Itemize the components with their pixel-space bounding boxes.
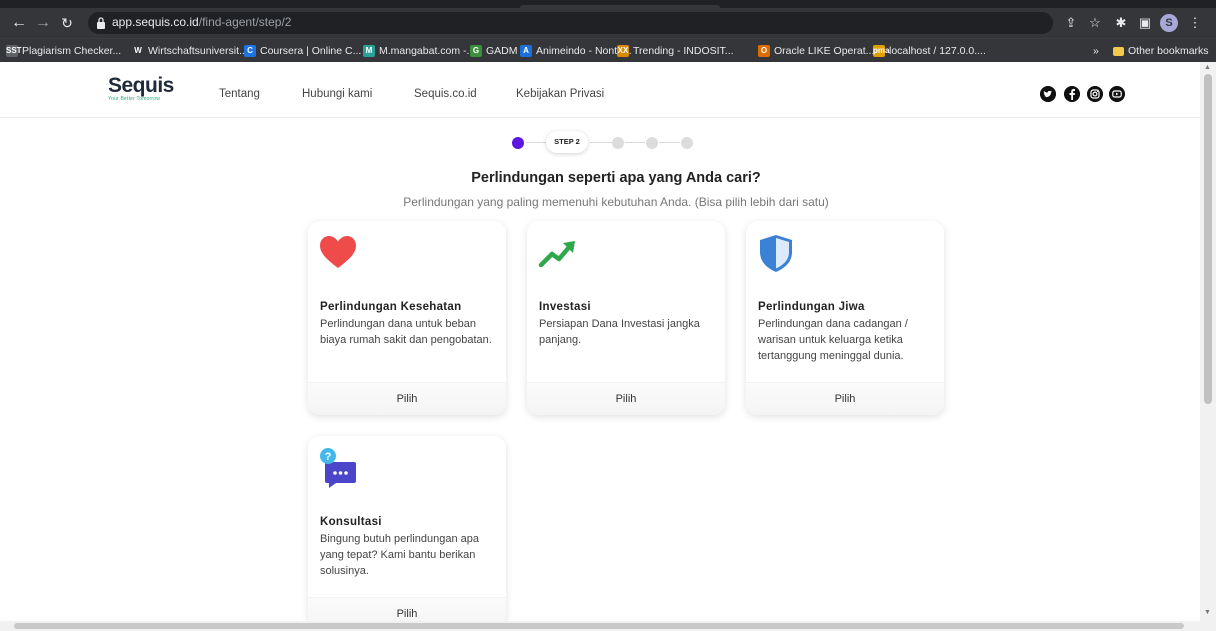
bookmark-label: M.mangabat.com -... [379,45,476,57]
tab-strip [0,0,1216,8]
step-connector [625,142,645,143]
bookmark-item[interactable]: XX Trending - INDOSIT... [617,43,734,59]
step-dot-3 [612,137,624,149]
card-description: Bingung butuh perlindungan apa yang tepa… [320,533,480,577]
reload-icon[interactable]: ↻ [56,12,78,34]
bookmark-favicon-icon: O [758,45,770,57]
logo-word: Sequis [108,74,174,97]
profile-avatar[interactable]: S [1160,14,1178,32]
bookmark-label: Plagiarism Checker... [22,45,122,57]
horizontal-scrollbar[interactable] [0,621,1216,631]
youtube-icon[interactable] [1109,86,1125,102]
bookmark-favicon-icon: W [132,45,144,57]
bookmark-item[interactable]: pma localhost / 127.0.0.... [873,43,986,59]
forward-icon[interactable]: → [32,12,54,34]
shield-icon [760,235,792,272]
sequis-logo[interactable]: Sequis Your Better Tomorrow [108,74,174,102]
bookmark-item[interactable]: M M.mangabat.com -... [363,43,475,59]
bookmarks-overflow-icon[interactable]: » [1093,43,1099,59]
step-current-pill: STEP 2 [546,131,588,153]
bookmark-favicon-icon: pma [873,45,890,57]
step-connector [590,142,612,143]
url-text: app.sequis.co.id/find-agent/step/2 [112,15,292,29]
question-subtitle: Perlindungan yang paling memenuhi kebutu… [403,195,829,209]
step-dot-4 [646,137,658,149]
bookmark-favicon-icon: SST [6,45,22,57]
step-connector [659,142,680,143]
site-header: Sequis Your Better Tomorrow Tentang Hubu… [0,62,1200,118]
browser-toolbar: ← → ↻ app.sequis.co.id/find-agent/step/2… [0,8,1216,38]
vertical-scroll-thumb[interactable] [1204,74,1212,404]
bookmark-item[interactable]: SST Plagiarism Checker... [6,43,121,59]
bookmark-label: localhost / 127.0.0.... [889,45,986,57]
step-dot-5 [681,137,693,149]
bookmark-item[interactable]: W Wirtschaftsuniversit... [132,43,248,59]
back-icon[interactable]: ← [8,12,30,34]
twitter-icon[interactable] [1040,86,1056,102]
svg-text:?: ? [325,451,332,463]
address-bar[interactable]: app.sequis.co.id/find-agent/step/2 [88,12,1053,34]
bookmark-label: Coursera | Online C... [260,45,362,57]
side-panel-icon[interactable]: ▣ [1136,14,1154,32]
bookmarks-bar: SST Plagiarism Checker... W Wirtschaftsuniv… [0,38,1216,62]
bookmark-item[interactable]: G GADM [470,43,518,59]
step-connector [526,142,548,143]
facebook-icon[interactable] [1064,86,1080,102]
bookmark-favicon-icon: A [520,45,532,57]
instagram-icon[interactable] [1087,86,1103,102]
other-bookmarks-label: Other bookmarks [1128,45,1209,57]
share-icon[interactable]: ⇪ [1062,14,1080,32]
pilih-button[interactable]: Pilih [746,382,944,415]
lock-icon [97,17,105,29]
pilih-button[interactable]: Pilih [527,382,725,415]
bookmark-favicon-icon: M [363,45,375,57]
card-investasi[interactable]: Investasi Persiapan Dana Investasi jangk… [527,221,725,415]
bookmark-label: Wirtschaftsuniversit... [148,45,248,57]
menu-kebab-icon[interactable]: ⋮ [1186,14,1204,32]
bookmark-item[interactable]: C Coursera | Online C... [244,43,361,59]
nav-kebijakan-privasi[interactable]: Kebijakan Privasi [516,88,604,100]
bookmark-favicon-icon: G [470,45,482,57]
card-title: Perlindungan Kesehatan [320,301,462,313]
folder-icon [1113,46,1124,56]
nav-hubungi-kami[interactable]: Hubungi kami [302,88,372,100]
card-description: Perlindungan dana cadangan / warisan unt… [758,318,908,362]
chat-question-icon: ? [320,448,356,488]
card-title: Konsultasi [320,516,382,528]
card-title: Investasi [539,301,591,313]
horizontal-scroll-thumb[interactable] [14,623,1184,629]
card-konsultasi[interactable]: ? Konsultasi Bingung butuh perlindungan … [308,436,506,630]
bookmark-favicon-icon: XX [617,45,629,57]
card-description: Perlindungan dana untuk beban biaya ruma… [320,318,492,346]
scroll-down-icon[interactable]: ▼ [1204,609,1211,616]
browser-chrome: ← → ↻ app.sequis.co.id/find-agent/step/2… [0,0,1216,62]
bookmark-item[interactable]: O Oracle LIKE Operat... [758,43,874,59]
vertical-scrollbar[interactable]: ▲ ▼ [1200,62,1216,621]
bookmark-label: Oracle LIKE Operat... [774,45,875,57]
step-dot-1 [512,137,524,149]
scroll-up-icon[interactable]: ▲ [1204,64,1211,71]
bookmark-label: Trending - INDOSIT... [633,45,734,57]
bookmark-star-icon[interactable]: ☆ [1086,14,1104,32]
bookmark-favicon-icon: C [244,45,256,57]
nav-tentang[interactable]: Tentang [219,88,260,100]
other-bookmarks-folder[interactable]: Other bookmarks [1113,43,1209,59]
pilih-button[interactable]: Pilih [308,382,506,415]
card-perlindungan-kesehatan[interactable]: Perlindungan Kesehatan Perlindungan dana… [308,221,506,415]
heart-icon [320,236,356,268]
trending-up-icon [538,241,575,268]
nav-sequis-co-id[interactable]: Sequis.co.id [414,88,477,100]
card-title: Perlindungan Jiwa [758,301,865,313]
question-title: Perlindungan seperti apa yang Anda cari? [471,170,761,186]
bookmark-item[interactable]: A Animeindo - Nonto... [520,43,632,59]
card-description: Persiapan Dana Investasi jangka panjang. [539,318,700,346]
card-perlindungan-jiwa[interactable]: Perlindungan Jiwa Perlindungan dana cada… [746,221,944,415]
bookmark-label: GADM [486,45,518,57]
extensions-icon[interactable]: ✱ [1112,14,1130,32]
